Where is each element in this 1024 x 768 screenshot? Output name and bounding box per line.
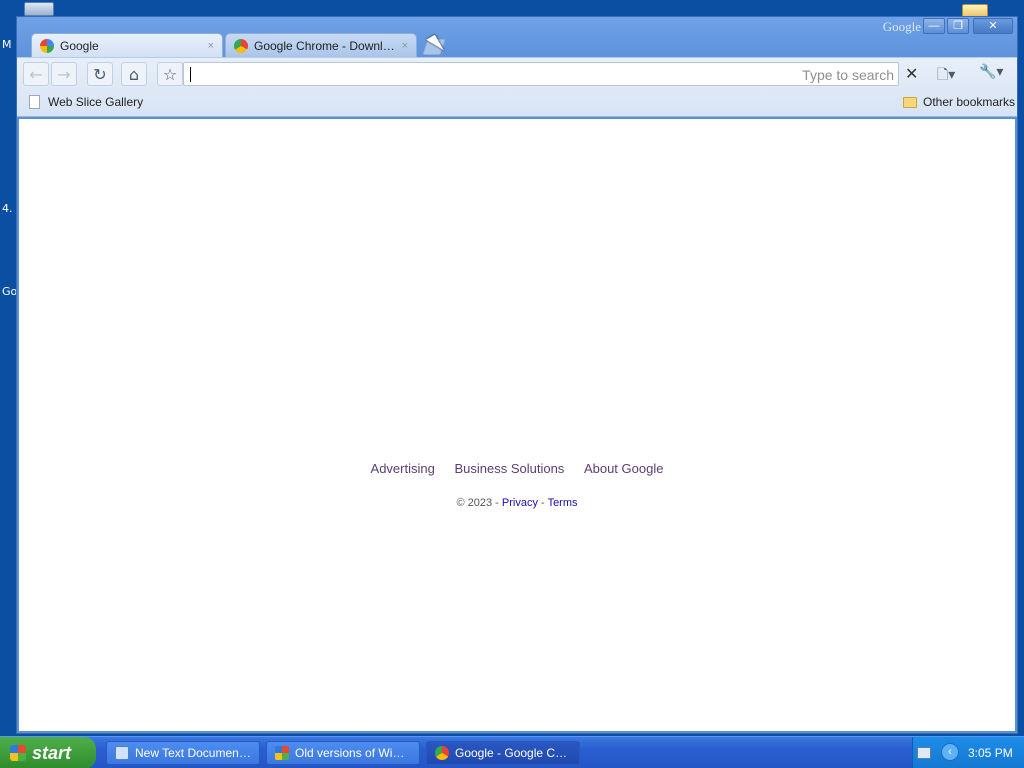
copyright: © 2023 -: [456, 497, 499, 509]
tab-close-icon[interactable]: ×: [402, 40, 408, 52]
taskbar-item-chrome[interactable]: Google - Google Chrome: [426, 741, 580, 765]
footer-link-advertising[interactable]: Advertising: [371, 461, 435, 476]
back-button[interactable]: ←: [23, 62, 49, 86]
page-icon: [29, 95, 40, 109]
home-button[interactable]: ⌂: [121, 62, 147, 86]
bookmark-web-slice-gallery[interactable]: Web Slice Gallery: [29, 95, 143, 109]
start-button[interactable]: start: [0, 737, 96, 768]
separator: -: [541, 497, 545, 509]
bookmark-star-icon[interactable]: ☆: [157, 62, 183, 86]
taskbar: start New Text Document -... Old version…: [0, 736, 1024, 768]
footer-link-about[interactable]: About Google: [584, 461, 664, 476]
window-brand: Google: [882, 19, 921, 34]
omnibox-hint: Type to search: [802, 67, 894, 83]
chrome-window: Google — ❐ ✕ Google × Google Chrome - Do…: [16, 16, 1018, 734]
google-g-icon: [40, 38, 54, 53]
notepad-icon: [115, 746, 129, 760]
folder-icon: [903, 96, 917, 108]
chrome-icon: [435, 746, 449, 760]
title-bar[interactable]: Google — ❐ ✕ Google × Google Chrome - Do…: [17, 17, 1017, 57]
tab-title: Google Chrome - Download...: [254, 38, 396, 53]
privacy-link[interactable]: Privacy: [502, 497, 538, 509]
windows-logo-icon: [10, 745, 26, 761]
text-cursor: [190, 67, 191, 82]
taskbar-item-old-versions[interactable]: Old versions of Wind...: [266, 741, 420, 765]
bookmark-label: Web Slice Gallery: [48, 95, 144, 109]
desktop-label-fragment: Go: [2, 285, 18, 298]
footer-link-business[interactable]: Business Solutions: [454, 461, 564, 476]
reload-button[interactable]: ↻: [87, 62, 113, 86]
task-label: New Text Document -...: [135, 746, 251, 760]
wrench-menu-icon[interactable]: 🔧▾: [979, 64, 1003, 80]
footer-links: Advertising Business Solutions About Goo…: [19, 461, 1015, 476]
clear-icon[interactable]: ✕: [905, 66, 919, 82]
terms-link[interactable]: Terms: [548, 497, 578, 509]
footer-meta: © 2023 - Privacy - Terms: [19, 497, 1015, 509]
tab-title: Google: [60, 38, 99, 53]
bookmark-label: Other bookmarks: [923, 95, 1016, 109]
desktop-label-fragment: M: [2, 38, 12, 51]
tab-google[interactable]: Google ×: [31, 33, 223, 57]
desktop-icon[interactable]: [24, 2, 54, 16]
tray-expand-icon[interactable]: ‹: [941, 743, 959, 761]
tab-chrome-download[interactable]: Google Chrome - Download... ×: [225, 33, 417, 57]
forward-button[interactable]: →: [51, 62, 77, 86]
close-window-button[interactable]: ✕: [973, 18, 1013, 34]
tab-close-icon[interactable]: ×: [208, 40, 214, 52]
page-menu-icon[interactable]: 🗋▾: [937, 64, 955, 88]
toolbar: ← → ↻ ⌂ ☆ Type to search ✕ 🗋▾ 🔧▾: [17, 57, 1017, 89]
clock[interactable]: 3:05 PM: [968, 746, 1013, 760]
task-label: Google - Google Chrome: [455, 746, 571, 760]
page-content: Advertising Business Solutions About Goo…: [19, 119, 1015, 731]
minimize-button[interactable]: —: [923, 18, 945, 34]
omnibox[interactable]: Type to search: [183, 62, 899, 86]
system-tray: ‹ 3:05 PM: [912, 737, 1024, 768]
task-label: Old versions of Wind...: [295, 746, 411, 760]
keyboard-icon[interactable]: [917, 747, 931, 759]
taskbar-item-notepad[interactable]: New Text Document -...: [106, 741, 260, 765]
window-icon: [275, 746, 289, 760]
desktop-label-fragment: 4.: [2, 202, 13, 215]
start-label: start: [32, 742, 72, 763]
bookmark-other[interactable]: Other bookmarks: [903, 95, 1015, 109]
bookmarks-bar: Web Slice Gallery Other bookmarks: [17, 89, 1017, 117]
chrome-icon: [234, 38, 248, 53]
maximize-button[interactable]: ❐: [947, 18, 969, 34]
